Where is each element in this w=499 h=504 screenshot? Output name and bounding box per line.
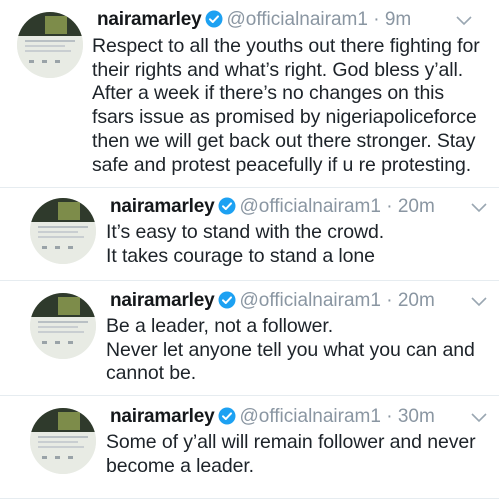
handle[interactable]: @officialnairam1 (226, 9, 367, 30)
separator: · (373, 9, 380, 30)
handle[interactable]: @officialnairam1 (239, 196, 380, 217)
display-name[interactable]: nairamarley (110, 290, 215, 311)
display-name[interactable]: nairamarley (97, 9, 202, 30)
tweet-text-line: their rights and what’s right. God bless… (92, 58, 464, 81)
handle[interactable]: @officialnairam1 (239, 290, 380, 311)
chevron-down-icon[interactable] (470, 412, 488, 424)
tweet-text-line: Never let anyone tell you what you can a… (106, 338, 475, 361)
timestamp[interactable]: 9m (385, 9, 411, 30)
separator: · (386, 196, 393, 217)
avatar[interactable] (30, 293, 96, 359)
tweet-text: Respect to all the youths out there figh… (92, 35, 480, 177)
tweet-4[interactable]: nairamarley @officialnairam1 · 30m Some o… (0, 396, 499, 504)
timestamp[interactable]: 20m (398, 196, 435, 217)
handle[interactable]: @officialnairam1 (239, 406, 380, 427)
display-name[interactable]: nairamarley (110, 196, 215, 217)
tweet-text-line: safe and protest peacefully if u re prot… (92, 153, 472, 176)
avatar[interactable] (30, 408, 96, 474)
timestamp[interactable]: 30m (398, 406, 435, 427)
tweet-text-line: It takes courage to stand a lone (106, 244, 375, 267)
tweet-text-line: cannot be. (106, 362, 197, 385)
tweet-2[interactable]: nairamarley @officialnairam1 · 20m It’s e… (0, 188, 499, 280)
verified-badge-icon (205, 10, 223, 34)
avatar[interactable] (30, 198, 96, 264)
tweet-text-line: Be a leader, not a follower. (106, 315, 334, 337)
chevron-down-icon[interactable] (470, 296, 488, 308)
verified-badge-icon (218, 407, 236, 431)
tweet-text-line: Respect to all the youths out there figh… (92, 35, 480, 57)
tweet-1[interactable]: nairamarley @officialnairam1 · 9m Respect… (0, 0, 499, 190)
tweet-text: It’s easy to stand with the crowd. It ta… (106, 221, 384, 268)
display-name[interactable]: nairamarley (110, 406, 215, 427)
tweet-text-line: Some of y’all will remain follower and n… (106, 431, 476, 453)
verified-badge-icon (218, 291, 236, 315)
verified-badge-icon (218, 197, 236, 221)
tweet-text-line: fsars issue as promised by nigeriapolice… (92, 106, 477, 129)
avatar[interactable] (17, 12, 83, 78)
divider (0, 498, 499, 499)
tweet-text: Be a leader, not a follower. Never let a… (106, 315, 475, 386)
tweet-text-line: After a week if there’s no changes on th… (92, 82, 445, 105)
timestamp[interactable]: 20m (398, 290, 435, 311)
tweet-text-line: then we will get back out there stronger… (92, 129, 476, 152)
chevron-down-icon[interactable] (455, 15, 473, 27)
separator: · (386, 406, 393, 427)
tweet-text: Some of y’all will remain follower and n… (106, 431, 476, 478)
separator: · (386, 290, 393, 311)
chevron-down-icon[interactable] (470, 202, 488, 214)
tweet-text-line: It’s easy to stand with the crowd. (106, 221, 385, 243)
tweet-text-line: become a leader. (106, 454, 255, 477)
tweet-3[interactable]: nairamarley @officialnairam1 · 20m Be a l… (0, 281, 499, 395)
